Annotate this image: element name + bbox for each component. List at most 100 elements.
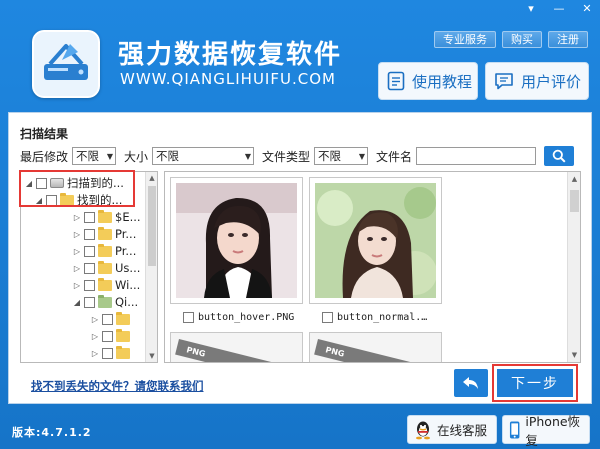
expand-icon[interactable]: ▷ <box>73 281 81 290</box>
gallery-scrollbar[interactable]: ▲ ▼ <box>567 172 580 362</box>
pro-service-button[interactable]: 专业服务 <box>434 31 496 48</box>
section-title: 扫描结果 <box>20 127 69 141</box>
scroll-down-icon[interactable]: ▼ <box>146 352 157 360</box>
png-tag-label: PNG <box>324 345 346 359</box>
expand-icon[interactable]: ▷ <box>91 315 99 324</box>
tutorial-button[interactable]: 使用教程 <box>378 62 478 100</box>
png-tag-icon: PNG <box>314 339 435 362</box>
expand-icon[interactable]: ▷ <box>73 264 81 273</box>
thumbnail-card[interactable]: PNG <box>309 332 442 362</box>
png-tag-icon: PNG <box>175 339 296 362</box>
tree-item[interactable]: ▷ Pr... <box>73 243 136 259</box>
thumbnail-image <box>315 183 436 298</box>
file-name: button_normal.… <box>337 312 428 323</box>
folder-icon <box>98 243 112 257</box>
highlight-box <box>492 364 578 402</box>
tree-item[interactable]: ▷ <box>91 311 133 327</box>
checkbox[interactable] <box>84 228 95 240</box>
folder-icon <box>116 328 130 342</box>
filetype-label: 文件类型 <box>262 149 311 164</box>
size-label: 大小 <box>124 149 149 164</box>
expand-icon[interactable]: ▷ <box>73 230 81 239</box>
scroll-up-icon[interactable]: ▲ <box>146 174 157 182</box>
tree-item-label: Pr... <box>115 227 137 241</box>
minimize-icon[interactable]: — <box>552 2 566 16</box>
checkbox[interactable] <box>84 296 95 308</box>
checkbox[interactable] <box>84 245 95 257</box>
tree-item-label: Qi... <box>115 295 139 309</box>
scroll-thumb[interactable] <box>148 186 156 266</box>
document-icon <box>387 71 405 91</box>
checkbox[interactable] <box>84 262 95 274</box>
phone-icon <box>509 420 520 439</box>
iphone-recovery-button[interactable]: iPhone恢复 <box>502 414 590 448</box>
scroll-up-icon[interactable]: ▲ <box>568 175 580 183</box>
online-support-button[interactable]: 在线客服 <box>407 415 497 444</box>
online-support-label: 在线客服 <box>437 423 488 438</box>
register-button[interactable]: 注册 <box>548 31 588 48</box>
tree-item-label: Us... <box>115 261 141 275</box>
tutorial-label: 使用教程 <box>412 72 473 91</box>
filename-label: 文件名 <box>376 149 413 164</box>
close-icon[interactable]: ✕ <box>580 2 594 16</box>
filter-bar: 最后修改 不限 ▼ 大小 不限 ▼ 文件类型 不限 ▼ 文件名 <box>20 146 575 166</box>
modified-select[interactable]: 不限 ▼ <box>72 147 117 165</box>
back-arrow-icon <box>463 377 478 389</box>
thumbnail-card[interactable] <box>170 177 303 304</box>
expand-icon[interactable]: ▷ <box>91 349 99 358</box>
tree-item[interactable]: ▷ <box>91 345 133 361</box>
tree-item[interactable]: ▷ $E... <box>73 209 141 225</box>
contact-us-link[interactable]: 找不到丢失的文件？请您联系我们 <box>31 378 204 394</box>
checkbox[interactable] <box>84 211 95 223</box>
version-label: 版本:4.7.1.2 <box>12 426 92 439</box>
scroll-down-icon[interactable]: ▼ <box>568 351 580 359</box>
expand-icon[interactable]: ▷ <box>73 213 81 222</box>
file-gallery[interactable]: button_hover.PNG button_normal.… PNG PNG… <box>164 171 581 363</box>
size-select[interactable]: 不限 ▼ <box>152 147 255 165</box>
window-controls: ▾ — ✕ <box>524 2 594 16</box>
app-logo <box>32 30 100 98</box>
user-review-button[interactable]: 用户评价 <box>485 62 589 100</box>
checkbox[interactable] <box>102 313 113 325</box>
folder-icon <box>98 226 112 240</box>
scroll-thumb[interactable] <box>570 190 579 212</box>
app-window: ▾ — ✕ 强力数据恢复软件 WWW.QIANGLIHUIFU.COM 专业服务… <box>0 0 600 449</box>
expand-icon[interactable]: ▷ <box>73 247 81 256</box>
tree-item[interactable]: ▷ <box>91 328 133 344</box>
thumbnail-card[interactable] <box>309 177 442 304</box>
chevron-down-icon: ▼ <box>358 151 366 161</box>
thumbnail-caption: button_hover.PNG <box>183 312 294 323</box>
expand-icon[interactable]: ▷ <box>91 332 99 341</box>
tree-item[interactable]: ▷ Pr... <box>73 226 136 242</box>
filename-input[interactable] <box>416 147 537 165</box>
filetype-select[interactable]: 不限 ▼ <box>314 147 369 165</box>
buy-button[interactable]: 购买 <box>502 31 542 48</box>
app-title: 强力数据恢复软件 <box>118 40 343 70</box>
folder-icon <box>116 345 130 359</box>
tree-scrollbar[interactable]: ▲ ▼ <box>145 172 157 362</box>
checkbox[interactable] <box>322 312 333 323</box>
png-tag-label: PNG <box>185 345 207 359</box>
size-value: 不限 <box>156 149 180 163</box>
tree-item-label: $E... <box>115 210 141 224</box>
tree-item[interactable]: ▷ Wi... <box>73 277 140 293</box>
checkbox[interactable] <box>84 279 95 291</box>
checkbox[interactable] <box>183 312 194 323</box>
top-links: 专业服务 购买 注册 <box>434 31 588 48</box>
search-button[interactable] <box>544 146 575 166</box>
user-review-label: 用户评价 <box>521 72 582 91</box>
hard-drive-icon <box>44 44 88 80</box>
thumbnail-card[interactable]: PNG <box>170 332 303 362</box>
checkbox[interactable] <box>102 347 113 359</box>
expand-icon[interactable]: ◢ <box>73 298 81 307</box>
back-button[interactable] <box>454 369 488 397</box>
chevron-down-icon: ▼ <box>106 151 114 161</box>
file-name: button_hover.PNG <box>198 312 295 323</box>
thumbnail-image <box>176 183 297 298</box>
tree-item[interactable]: ◢ Qi... <box>73 294 138 310</box>
tree-item-label: Wi... <box>115 278 141 292</box>
tree-item[interactable]: ▷ Us... <box>73 260 140 276</box>
checkbox[interactable] <box>102 330 113 342</box>
menu-icon[interactable]: ▾ <box>524 2 538 16</box>
iphone-recovery-label: iPhone恢复 <box>525 413 581 448</box>
